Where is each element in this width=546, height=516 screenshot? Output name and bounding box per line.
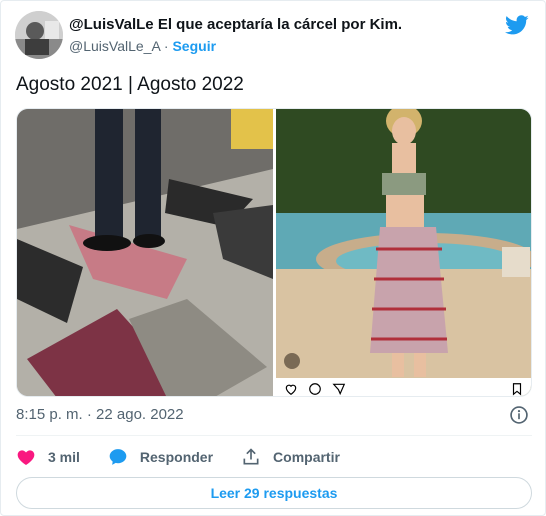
like-button[interactable]: 3 mil	[16, 447, 80, 467]
author-names: @LuisValLe⁨ El que aceptaría la cárcel p…	[69, 15, 402, 56]
display-name[interactable]: @LuisValLe⁨ El que aceptaría la cárcel p…	[69, 15, 402, 35]
read-replies-button[interactable]: Leer 29 respuestas	[16, 477, 532, 509]
share-label: Compartir	[273, 449, 340, 465]
reply-label: Responder	[139, 449, 214, 465]
ig-bookmark-icon	[512, 383, 522, 396]
tweet-card: @LuisValLe⁨ El que aceptaría la cárcel p…	[0, 0, 546, 516]
info-icon[interactable]	[509, 405, 529, 425]
ig-comment-icon	[309, 383, 321, 395]
photo-right[interactable]	[276, 109, 531, 396]
media-grid[interactable]	[16, 108, 532, 397]
heart-icon	[17, 450, 35, 465]
twitter-bird-icon[interactable]	[505, 13, 529, 37]
divider	[16, 435, 532, 436]
photo-left[interactable]	[17, 109, 273, 396]
share-icon	[243, 448, 259, 465]
share-button[interactable]: Compartir	[241, 447, 340, 467]
like-count: 3 mil	[48, 449, 80, 465]
author-handle[interactable]: @LuisValLe_A	[69, 38, 160, 54]
tweet-text: Agosto 2021 | Agosto 2022	[16, 74, 244, 95]
instagram-action-bar	[276, 378, 531, 396]
reply-button[interactable]: Responder	[108, 447, 213, 467]
avatar[interactable]	[15, 11, 63, 59]
follow-button[interactable]: Seguir	[172, 38, 216, 54]
separator-dot: ·	[163, 38, 169, 54]
ig-heart-icon	[285, 384, 297, 395]
reply-bubble-icon	[109, 449, 127, 465]
ig-send-icon	[332, 383, 346, 396]
action-bar: 3 mil Responder Compartir	[16, 445, 368, 469]
tweet-timestamp[interactable]: 8:15 p. m. · 22 ago. 2022	[16, 405, 184, 425]
handle-row: @LuisValLe_A · Seguir	[69, 36, 402, 56]
